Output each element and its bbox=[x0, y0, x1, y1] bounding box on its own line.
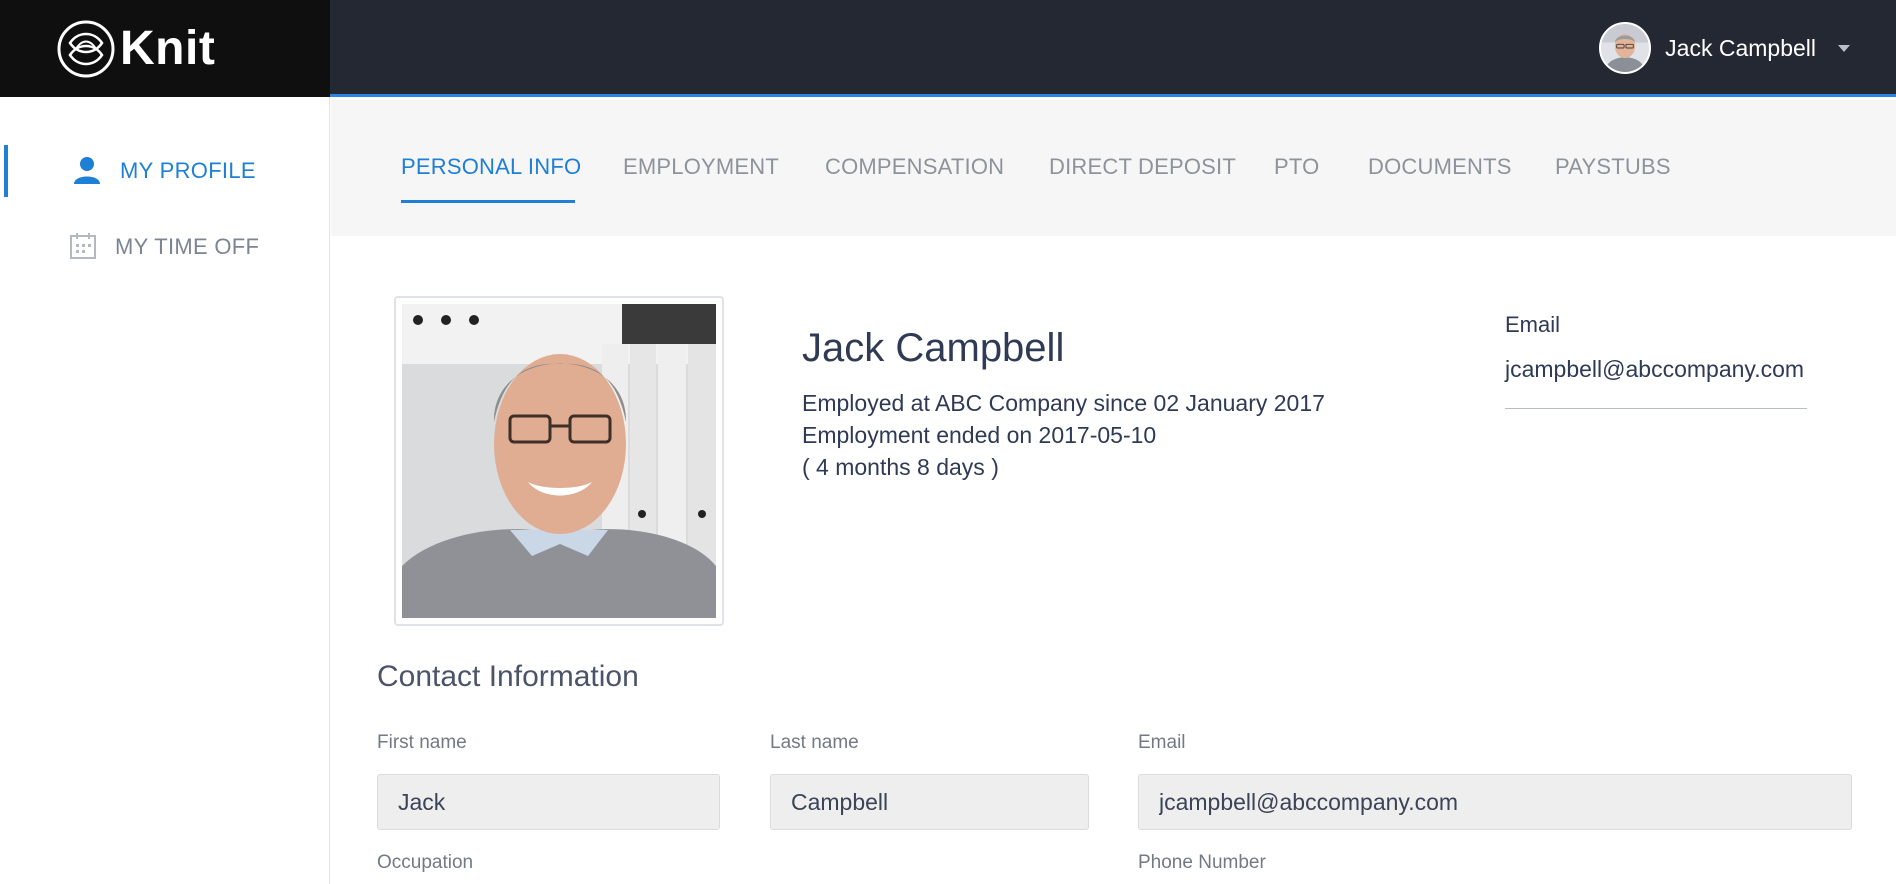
employed-since: Employed at ABC Company since 02 January… bbox=[802, 390, 1325, 416]
last-name-label: Last name bbox=[770, 732, 859, 753]
active-tab-indicator bbox=[401, 200, 575, 203]
contact-email-label: Email bbox=[1138, 732, 1186, 753]
calendar-icon bbox=[70, 233, 96, 259]
person-icon bbox=[74, 157, 100, 184]
last-name-field[interactable] bbox=[770, 774, 1089, 830]
divider bbox=[1505, 408, 1807, 409]
sidebar-item-label: MY TIME OFF bbox=[115, 234, 260, 259]
first-name-label: First name bbox=[377, 732, 467, 753]
sidebar-item-my-time-off[interactable]: MY TIME OFF bbox=[0, 221, 330, 273]
sidebar: MY PROFILE MY TIME OFF bbox=[0, 97, 330, 884]
employment-ended: Employment ended on 2017-05-10 bbox=[802, 422, 1157, 448]
user-name: Jack Campbell bbox=[1665, 34, 1816, 61]
tab-paystubs[interactable]: PAYSTUBS bbox=[1555, 154, 1671, 180]
profile-email-value: jcampbell@abccompany.com bbox=[1505, 356, 1805, 382]
user-menu[interactable]: Jack Campbell bbox=[1599, 21, 1850, 75]
contact-information-title: Contact Information bbox=[377, 660, 639, 693]
tab-pto[interactable]: PTO bbox=[1274, 154, 1319, 180]
tab-compensation[interactable]: COMPENSATION bbox=[825, 154, 1004, 180]
tab-bar: PERSONAL INFO EMPLOYMENT COMPENSATION DI… bbox=[331, 100, 1896, 236]
profile-name: Jack Campbell bbox=[802, 326, 1065, 370]
tab-direct-deposit[interactable]: DIRECT DEPOSIT bbox=[1049, 154, 1236, 180]
avatar bbox=[1599, 22, 1652, 74]
profile-photo[interactable] bbox=[394, 296, 724, 626]
sidebar-item-label: MY PROFILE bbox=[120, 158, 256, 183]
avatar-image bbox=[1601, 24, 1650, 72]
tab-employment[interactable]: EMPLOYMENT bbox=[623, 154, 779, 180]
tab-documents[interactable]: DOCUMENTS bbox=[1368, 154, 1512, 180]
logo[interactable]: Knit bbox=[0, 0, 330, 97]
occupation-label: Occupation bbox=[377, 852, 474, 873]
top-bar: Knit Jack Campbell bbox=[0, 0, 1896, 97]
tab-personal-info[interactable]: PERSONAL INFO bbox=[401, 154, 581, 180]
knit-logo-icon bbox=[57, 20, 115, 77]
chevron-down-icon[interactable] bbox=[1838, 44, 1850, 52]
main-content: PERSONAL INFO EMPLOYMENT COMPENSATION DI… bbox=[331, 100, 1896, 884]
profile-photo-image bbox=[402, 304, 716, 618]
tenure: ( 4 months 8 days ) bbox=[802, 454, 999, 480]
profile-email-label: Email bbox=[1505, 312, 1561, 337]
first-name-field[interactable] bbox=[377, 774, 720, 830]
phone-number-label: Phone Number bbox=[1138, 852, 1266, 873]
logo-text: Knit bbox=[120, 22, 216, 75]
contact-email-field[interactable] bbox=[1138, 774, 1852, 830]
sidebar-item-my-profile[interactable]: MY PROFILE bbox=[0, 145, 330, 197]
